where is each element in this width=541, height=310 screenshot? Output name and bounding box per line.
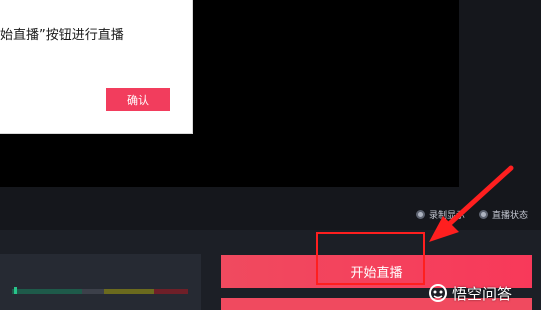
audio-panel — [0, 254, 201, 310]
live-status-label: 直播状态 — [492, 210, 529, 221]
hint-dialog: 始直播”按钮进行直播 确认 — [0, 0, 193, 134]
watermark: 悟空问答 — [428, 281, 512, 305]
live-streaming-window: 始直播”按钮进行直播 确认 录制显示 直播状态 开始直播 悟空问答 — [0, 0, 541, 310]
record-status[interactable]: 录制显示 — [416, 208, 466, 221]
meter-red-segment — [154, 289, 188, 294]
meter-yellow-segment — [104, 289, 154, 294]
audio-level-meter — [12, 289, 188, 294]
watermark-text: 悟空问答 — [452, 284, 513, 303]
radio-icon — [479, 209, 488, 219]
volume-slider-handle[interactable] — [14, 287, 17, 294]
live-status[interactable]: 直播状态 — [479, 208, 529, 221]
record-status-label: 录制显示 — [429, 210, 466, 221]
wukong-logo-icon — [429, 284, 447, 302]
preview-side-panel — [459, 0, 541, 190]
meter-green-segment — [12, 289, 82, 294]
confirm-button[interactable]: 确认 — [106, 88, 170, 111]
dialog-message: 始直播”按钮进行直播 — [0, 28, 124, 43]
radio-icon — [416, 209, 425, 219]
